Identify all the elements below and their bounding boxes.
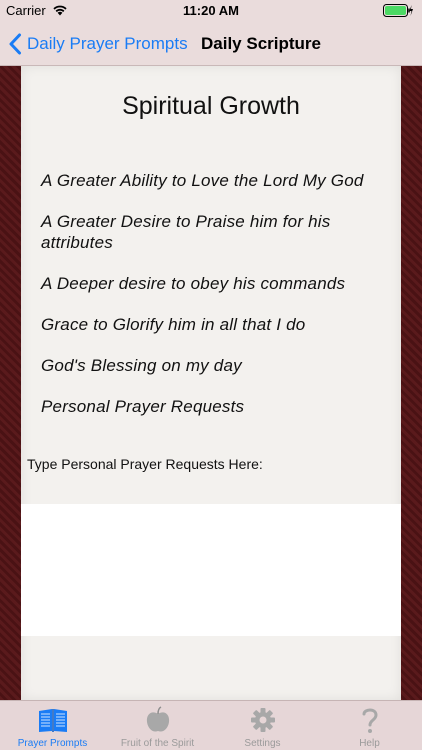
status-time: 11:20 AM	[183, 3, 239, 18]
prompt-item: A Deeper desire to obey his commands	[41, 274, 346, 293]
content-page: Spiritual Growth A Greater Ability to Lo…	[21, 66, 401, 700]
book-icon	[38, 709, 67, 732]
navigation-bar: Daily Prayer Prompts Daily Scripture	[0, 22, 422, 66]
prompt-item: A Greater Ability to Love the Lord My Go…	[41, 171, 364, 190]
prompt-item: A Greater Desire to Praise him for his a…	[41, 212, 331, 252]
battery-icon	[383, 4, 413, 17]
back-button[interactable]: Daily Prayer Prompts	[8, 30, 188, 58]
status-bar: Carrier 11:20 AM	[0, 0, 422, 22]
back-button-label: Daily Prayer Prompts	[27, 34, 188, 53]
prompt-item: God's Blessing on my day	[41, 356, 242, 375]
tab-fruit-of-the-spirit[interactable]: Fruit of the Spirit	[105, 701, 210, 750]
tab-label: Fruit of the Spirit	[120, 738, 195, 749]
section-heading: Spiritual Growth	[122, 92, 300, 120]
tab-prayer-prompts[interactable]: Prayer Prompts	[0, 701, 105, 750]
tab-label: Settings	[244, 738, 281, 749]
tab-label: Prayer Prompts	[17, 738, 88, 749]
tab-label: Help	[359, 738, 380, 749]
question-icon	[362, 708, 378, 733]
fruit-icon	[146, 706, 169, 732]
prompt-list: A Greater Ability to Love the Lord My Go…	[41, 170, 386, 437]
page-title: Daily Scripture	[201, 34, 321, 53]
prayer-requests-input[interactable]	[21, 504, 401, 636]
tab-bar: Prayer Prompts Fruit of the Spirit Setti…	[0, 700, 422, 750]
requests-input-label: Type Personal Prayer Requests Here:	[27, 456, 263, 472]
tab-settings[interactable]: Settings	[210, 701, 315, 750]
chevron-left-icon	[9, 33, 21, 55]
tab-help[interactable]: Help	[317, 701, 422, 750]
gear-icon	[250, 708, 275, 732]
prompt-item: Personal Prayer Requests	[41, 397, 245, 416]
prompt-item: Grace to Glorify him in all that I do	[41, 315, 306, 334]
